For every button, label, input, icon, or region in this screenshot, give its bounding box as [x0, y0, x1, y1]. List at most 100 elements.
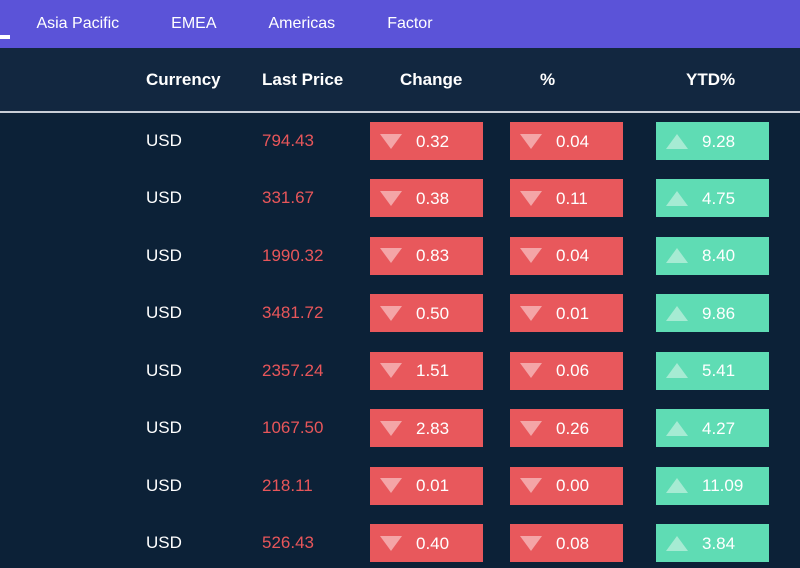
column-header-currency[interactable]: Currency — [142, 48, 252, 113]
cell-change-value: 0.50 — [416, 303, 450, 323]
cell-currency-value: USD — [146, 245, 182, 265]
cell-index-name[interactable]: x, USA→ — [0, 170, 142, 228]
cell-change-value: 0.32 — [416, 131, 450, 151]
cell-change: 2.83 — [362, 400, 502, 458]
triangle-down-icon — [520, 420, 542, 436]
table-header-row: ndex Performance » Currency Last Price C… — [0, 48, 800, 113]
cell-last-price-value: 1990.32 — [262, 245, 324, 265]
cell-ytd-percent-badge: 5.41 — [656, 351, 769, 390]
cell-currency: USD — [142, 400, 252, 458]
index-performance-table-scroll[interactable]: ndex Performance » Currency Last Price C… — [0, 48, 800, 568]
cell-ytd-percent-badge: 4.75 — [656, 179, 769, 218]
cell-last-price: 526.43 — [252, 515, 362, 568]
nav-tab-label: Asia Pacific — [36, 15, 120, 32]
table-row[interactable]: x, USA→USD 331.67 0.38 0.11 4.75 05 — [0, 170, 800, 228]
cell-index-name[interactable]: ng Markets, (EM)→ — [0, 400, 142, 458]
cell-currency: USD — [142, 342, 252, 400]
nav-tab-label: EMEA — [171, 15, 217, 32]
triangle-down-icon — [380, 190, 402, 206]
cell-ytd-percent: 8.40 — [642, 227, 769, 285]
cell-as-of-value: 05 — [762, 303, 800, 323]
nav-tab-al[interactable]: al — [0, 0, 11, 48]
triangle-down-icon — [380, 248, 402, 264]
table-row[interactable]: r Markets, (FM)→USD 526.43 0.40 0.08 3.84 05 — [0, 515, 800, 568]
table-body: →USD794.430.320.049.2805x, USA→USD331.67… — [0, 112, 800, 568]
cell-currency-value: USD — [146, 131, 182, 151]
cell-currency-value: USD — [146, 360, 182, 380]
cell-index-name[interactable]: → — [0, 342, 142, 400]
cell-percent: 0.11 — [502, 170, 642, 228]
nav-tab-asia-pacific[interactable]: Asia Pacific — [10, 0, 145, 48]
cell-percent-value: 0.26 — [556, 418, 590, 438]
cell-index-name[interactable]: → — [0, 112, 142, 170]
cell-index-name[interactable]: ESG→ — [0, 457, 142, 515]
cell-change-value: 2.83 — [416, 418, 450, 438]
cell-change-badge: 2.83 — [370, 409, 483, 448]
column-header-index-performance[interactable]: ndex Performance » — [0, 48, 142, 113]
table-row[interactable]: MI→USD 1990.32 0.83 0.04 8.40 05 — [0, 227, 800, 285]
table-row[interactable]: →USD 794.43 0.32 0.04 9.28 05 — [0, 112, 800, 170]
cell-currency: USD — [142, 227, 252, 285]
triangle-down-icon — [520, 133, 542, 149]
column-header-change[interactable]: Change — [362, 48, 502, 113]
cell-last-price-value: 3481.72 — [262, 303, 324, 323]
cell-as-of-value: 05 — [762, 131, 800, 151]
column-header-as-of[interactable]: As — [762, 48, 800, 113]
cell-index-name[interactable]: → — [0, 285, 142, 343]
cell-change: 0.38 — [362, 170, 502, 228]
cell-as-of: 05 — [762, 285, 800, 343]
cell-as-of-value: 05 — [762, 533, 800, 553]
cell-percent-badge: 0.00 — [510, 466, 623, 505]
index-performance-table: ndex Performance » Currency Last Price C… — [0, 48, 800, 568]
triangle-up-icon — [666, 190, 688, 206]
cell-currency-value: USD — [146, 475, 182, 495]
cell-currency-value: USD — [146, 418, 182, 438]
table-row[interactable]: ng Markets, (EM)→USD 1067.50 2.83 0.26 4.27 0… — [0, 400, 800, 458]
cell-last-price-value: 2357.24 — [262, 360, 324, 380]
triangle-down-icon — [380, 420, 402, 436]
column-header-ytd-percent[interactable]: YTD% — [642, 48, 762, 113]
cell-index-name[interactable]: r Markets, (FM)→ — [0, 515, 142, 568]
triangle-down-icon — [520, 535, 542, 551]
triangle-down-icon — [380, 133, 402, 149]
cell-change-badge: 1.51 — [370, 351, 483, 390]
column-header-percent[interactable]: % — [502, 48, 642, 113]
column-header-last-price[interactable]: Last Price — [252, 48, 362, 113]
triangle-up-icon — [666, 363, 688, 379]
cell-currency-value: USD — [146, 188, 182, 208]
nav-tab-americas[interactable]: Americas — [243, 0, 362, 48]
cell-ytd-percent-badge: 3.84 — [656, 524, 769, 563]
cell-percent-value: 0.11 — [556, 188, 588, 208]
cell-last-price: 218.11 — [252, 457, 362, 515]
cell-ytd-percent-value: 4.75 — [702, 188, 736, 208]
cell-last-price-value: 794.43 — [262, 131, 314, 151]
cell-index-name[interactable]: MI→ — [0, 227, 142, 285]
nav-tab-label: Factor — [387, 15, 433, 32]
cell-as-of: 05 — [762, 170, 800, 228]
cell-percent: 0.08 — [502, 515, 642, 568]
cell-currency: USD — [142, 515, 252, 568]
table-row[interactable]: ESG→USD 218.11 0.01 0.00 11.09 05 — [0, 457, 800, 515]
cell-as-of-value: 05 — [762, 418, 800, 438]
table-row[interactable]: →USD 2357.24 1.51 0.06 5.41 05 — [0, 342, 800, 400]
cell-percent: 0.04 — [502, 112, 642, 170]
table-row[interactable]: →USD 3481.72 0.50 0.01 9.86 05 — [0, 285, 800, 343]
triangle-up-icon — [666, 305, 688, 321]
cell-change-badge: 0.83 — [370, 236, 483, 275]
cell-change-value: 0.83 — [416, 246, 450, 266]
triangle-up-icon — [666, 248, 688, 264]
cell-change-value: 0.40 — [416, 533, 450, 553]
cell-as-of: 05 — [762, 342, 800, 400]
cell-as-of: 05 — [762, 400, 800, 458]
cell-percent-value: 0.04 — [556, 131, 590, 151]
nav-tab-factor[interactable]: Factor — [361, 0, 458, 48]
cell-last-price: 3481.72 — [252, 285, 362, 343]
triangle-down-icon — [520, 248, 542, 264]
cell-ytd-percent-value: 4.27 — [702, 418, 736, 438]
cell-percent-badge: 0.08 — [510, 524, 623, 563]
cell-change-badge: 0.01 — [370, 466, 483, 505]
cell-as-of: 05 — [762, 112, 800, 170]
cell-currency: USD — [142, 170, 252, 228]
cell-change-badge: 0.38 — [370, 179, 483, 218]
nav-tab-emea[interactable]: EMEA — [145, 0, 242, 48]
